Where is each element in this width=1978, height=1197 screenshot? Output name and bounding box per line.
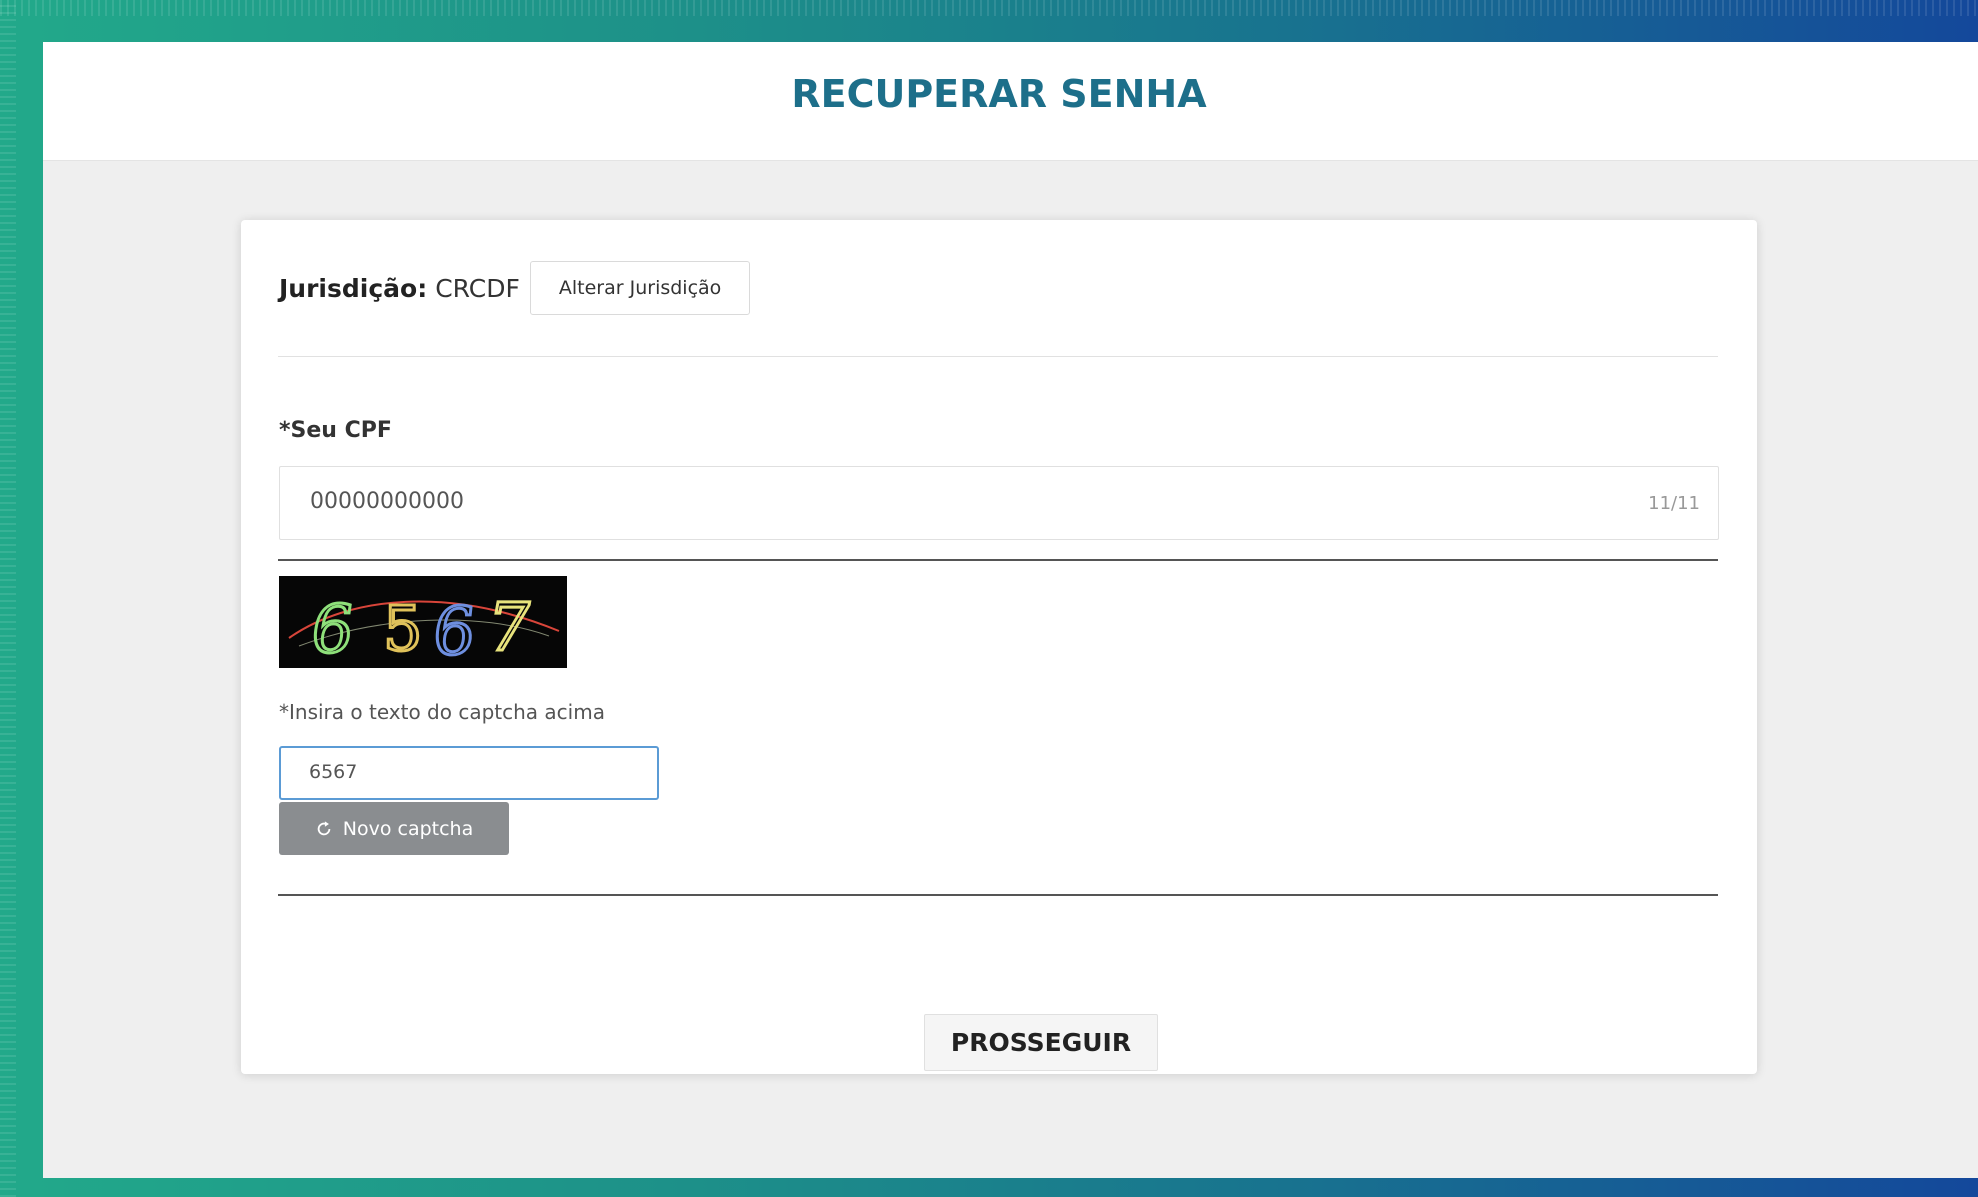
divider (278, 894, 1718, 896)
frame-texture-left (0, 0, 16, 1197)
captcha-image: 6 5 6 7 (279, 576, 567, 671)
cpf-input-value: 00000000000 (310, 489, 464, 514)
svg-text:6: 6 (306, 590, 359, 668)
svg-text:7: 7 (481, 588, 537, 665)
svg-text:6: 6 (429, 593, 479, 668)
captcha-input[interactable]: 6567 (279, 746, 659, 800)
recover-password-card: Jurisdição: CRCDF Alterar Jurisdição *Se… (241, 220, 1757, 1074)
jurisdiction-row: Jurisdição: CRCDF Alterar Jurisdição (279, 261, 751, 315)
new-captcha-label: Novo captcha (342, 817, 474, 840)
page-title: RECUPERAR SENHA (791, 72, 1207, 116)
page-header: RECUPERAR SENHA (43, 42, 1978, 161)
cpf-character-counter: 11/11 (1648, 493, 1700, 514)
proceed-button[interactable]: PROSSEGUIR (924, 1014, 1158, 1071)
captcha-label: *Insira o texto do captcha acima (279, 700, 605, 724)
divider (278, 356, 1718, 357)
cpf-label: *Seu CPF (279, 418, 392, 443)
divider (278, 559, 1718, 561)
cpf-input[interactable]: 00000000000 11/11 (279, 466, 1719, 540)
change-jurisdiction-button[interactable]: Alterar Jurisdição (529, 261, 751, 315)
refresh-icon (317, 820, 331, 835)
jurisdiction-value: CRCDF (435, 273, 520, 303)
screenshot-window: RECUPERAR SENHA Jurisdição: CRCDF Altera… (43, 42, 1978, 1178)
new-captcha-button[interactable]: Novo captcha (279, 802, 509, 855)
frame-texture-top (0, 0, 1978, 16)
svg-text:5: 5 (383, 592, 422, 665)
jurisdiction-label: Jurisdição: (279, 273, 428, 303)
captcha-input-value: 6567 (309, 761, 358, 783)
